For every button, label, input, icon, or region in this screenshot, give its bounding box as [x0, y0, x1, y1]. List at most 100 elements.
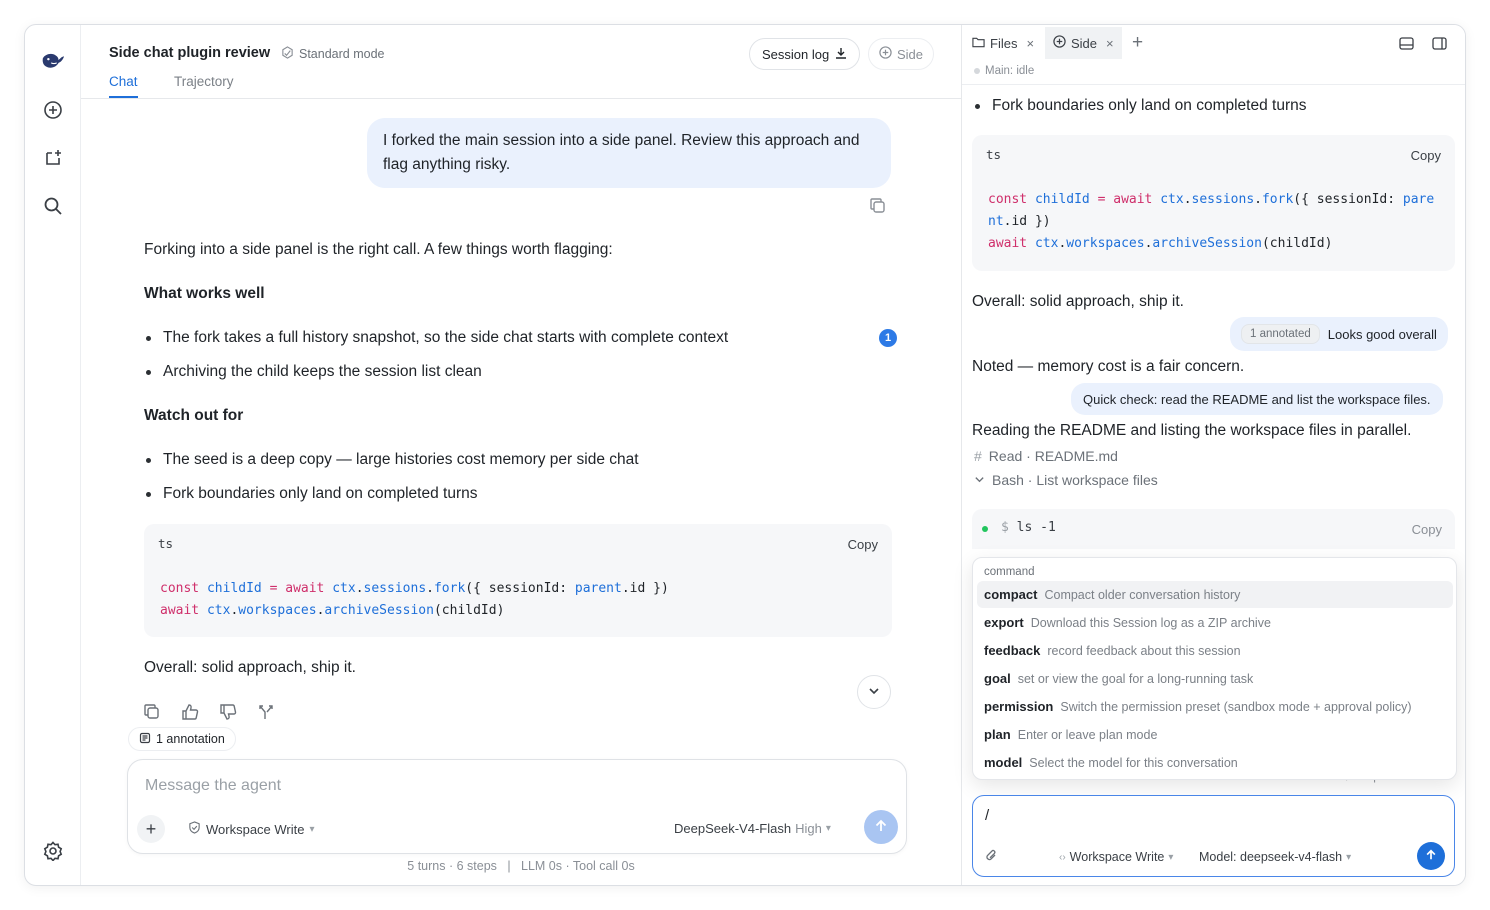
annotation-pill-label: 1 annotation: [156, 732, 225, 746]
tool-call-read[interactable]: # Read · README.md: [974, 448, 1118, 464]
code-line: await ctx.workspaces.archiveSession(chil…: [160, 603, 505, 618]
main-status-label: Main: idle: [985, 65, 1035, 77]
tab-chat[interactable]: Chat: [109, 74, 138, 89]
chevron-down-icon: [974, 472, 985, 488]
side-button-label: Side: [897, 46, 924, 62]
settings-icon[interactable]: [41, 839, 65, 863]
tab-trajectory[interactable]: Trajectory: [174, 74, 234, 89]
message-input[interactable]: Message the agent: [145, 777, 281, 795]
add-circle-icon: [1053, 35, 1066, 51]
side-permission-select[interactable]: ‹› Workspace Write ▾: [1059, 850, 1173, 864]
list-item: Fork boundaries only land on completed t…: [146, 485, 478, 503]
model-label: DeepSeek-V4-Flash: [674, 821, 792, 836]
paperclip-icon[interactable]: [985, 848, 998, 866]
main-status: Main: idle: [974, 65, 1034, 77]
user-message: I forked the main session into a side pa…: [367, 118, 891, 188]
add-circle-icon: [879, 46, 892, 62]
annotated-user-message[interactable]: 1 annotated Looks good overall: [1230, 317, 1448, 351]
tab-files-label: Files: [990, 35, 1018, 51]
side-code-block: ts Copy const childId = await ctx.sessio…: [972, 135, 1455, 271]
command-item-model[interactable]: model Select the model for this conversat…: [977, 749, 1453, 776]
assistant-conclusion: Overall: solid approach, ship it.: [144, 659, 356, 676]
mode-indicator[interactable]: Standard mode: [281, 46, 384, 62]
code-language: ts: [986, 147, 1002, 162]
panel-bottom-icon[interactable]: [1399, 27, 1414, 59]
code-copy-button[interactable]: Copy: [848, 537, 878, 552]
branch-icon[interactable]: [257, 703, 275, 724]
shield-icon: [188, 821, 201, 837]
annotation-count-badge[interactable]: 1: [879, 329, 897, 347]
command-item-compact[interactable]: compact Compact older conversation histor…: [977, 581, 1453, 608]
side-model-label: Model: deepseek-v4-flash: [1199, 850, 1343, 864]
divider: [962, 84, 1465, 85]
left-rail: [25, 25, 81, 885]
side-reply: Reading the README and listing the works…: [972, 422, 1412, 439]
session-log-button[interactable]: Session log: [749, 38, 861, 70]
side-button[interactable]: Side: [868, 38, 935, 70]
close-icon[interactable]: ×: [1026, 36, 1034, 51]
list-item: The fork takes a full history snapshot, …: [146, 329, 728, 347]
scroll-down-button[interactable]: [857, 675, 891, 709]
terminal-copy-button[interactable]: Copy: [1412, 522, 1442, 537]
permission-select[interactable]: Workspace Write ▾: [188, 821, 315, 837]
folder-icon: [972, 36, 985, 51]
chevron-down-icon: ▾: [1346, 851, 1352, 863]
attach-plus-button[interactable]: +: [137, 815, 165, 843]
tab-files[interactable]: Files ×: [972, 27, 1034, 59]
chat-header: Side chat plugin review Standard mode Ch…: [81, 25, 961, 99]
section-heading: Watch out for: [144, 407, 244, 424]
send-button[interactable]: [864, 810, 898, 844]
command-item-goal[interactable]: goal set or view the goal for a long-runn…: [977, 665, 1453, 692]
side-send-button[interactable]: [1417, 842, 1445, 870]
main-panel: Side chat plugin review Standard mode Ch…: [81, 25, 961, 885]
add-project-icon[interactable]: [41, 146, 65, 170]
thumbs-down-icon[interactable]: [219, 703, 237, 724]
side-message-input[interactable]: /: [985, 807, 989, 824]
code-line: await ctx.workspaces.archiveSession(chil…: [988, 236, 1333, 251]
code-line: nt.id }): [988, 214, 1051, 229]
copy-message-icon[interactable]: [143, 703, 160, 723]
tab-side-label: Side: [1071, 35, 1098, 51]
annotation-pill[interactable]: 1 annotation: [128, 727, 236, 751]
session-stats: 5 turns · 6 steps | LLM 0s · Tool call 0…: [407, 859, 635, 873]
command-item-permission[interactable]: permission Switch the permission preset (…: [977, 693, 1453, 720]
command-item-feedback[interactable]: feedback record feedback about this sessi…: [977, 637, 1453, 664]
chevron-down-icon: ▾: [825, 823, 831, 834]
copy-icon[interactable]: [869, 197, 886, 217]
add-tab-button[interactable]: +: [1132, 27, 1143, 59]
command-menu: command compact Compact older conversatio…: [972, 557, 1457, 780]
new-chat-icon[interactable]: [41, 98, 65, 122]
logo-icon[interactable]: [41, 49, 65, 73]
arrow-up-icon: [874, 819, 888, 836]
tab-side[interactable]: Side ×: [1045, 27, 1122, 59]
permission-label: Workspace Write: [206, 821, 305, 837]
command-item-plan[interactable]: plan Enter or leave plan mode: [977, 721, 1453, 748]
chevron-down-icon: [868, 684, 880, 700]
command-menu-header: command: [984, 566, 1035, 578]
status-dot-icon: [974, 68, 980, 74]
app-window: Side chat plugin review Standard mode Ch…: [24, 24, 1466, 886]
mode-label: Standard mode: [299, 47, 385, 61]
download-icon: [835, 47, 847, 62]
tool-call-bash[interactable]: Bash · List workspace files: [974, 472, 1158, 488]
command-item-export[interactable]: export Download this Session log as a ZIP…: [977, 609, 1453, 636]
model-select[interactable]: DeepSeek-V4-Flash High ▾: [674, 821, 831, 836]
tool-call-label: Bash · List workspace files: [992, 472, 1158, 488]
code-copy-button[interactable]: Copy: [1411, 148, 1441, 163]
active-tab-indicator: [109, 96, 138, 98]
code-line: const childId = await ctx.sessions.fork(…: [988, 192, 1435, 207]
message-composer[interactable]: Message the agent + Workspace Write ▾ De…: [127, 759, 907, 854]
search-icon[interactable]: [41, 194, 65, 218]
side-model-select[interactable]: Model: deepseek-v4-flash ▾: [1199, 850, 1351, 864]
side-tab-bar: Files × Side × +: [962, 25, 1465, 61]
side-reply: Noted — memory cost is a fair concern.: [972, 358, 1245, 375]
code-block: ts Copy const childId = await ctx.sessio…: [144, 524, 892, 637]
thumbs-up-icon[interactable]: [181, 703, 199, 724]
annotated-chip: 1 annotated: [1241, 324, 1320, 344]
panel-right-icon[interactable]: [1432, 27, 1447, 59]
status-dot-icon: [982, 526, 988, 532]
hash-icon: #: [974, 448, 982, 464]
side-composer[interactable]: / ‹› Workspace Write ▾ Model: deepseek-v…: [972, 795, 1455, 877]
chevron-down-icon: ▾: [1168, 851, 1174, 863]
close-icon[interactable]: ×: [1106, 36, 1114, 51]
